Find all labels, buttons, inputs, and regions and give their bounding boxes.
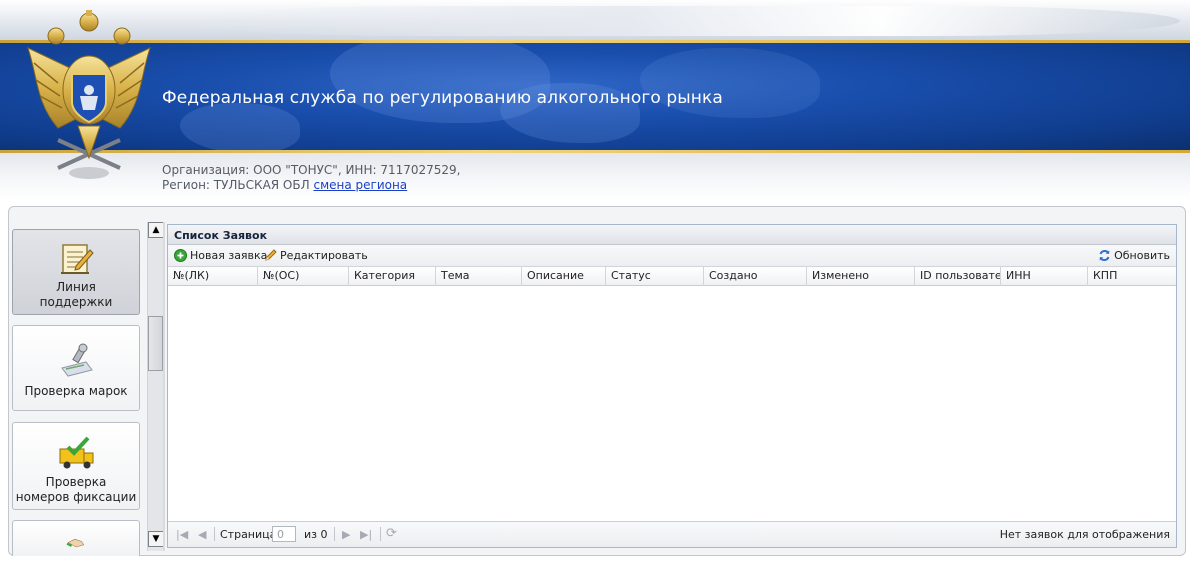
coat-of-arms-logo bbox=[27, 10, 151, 179]
pencil-icon bbox=[265, 249, 277, 261]
sidebar-item-label: Проверка марок bbox=[24, 384, 128, 398]
grid-body[interactable] bbox=[168, 286, 1176, 521]
sidebar-item-label: номеров фиксации bbox=[15, 490, 137, 504]
column-header[interactable]: Описание bbox=[522, 267, 606, 286]
column-header[interactable]: Создано bbox=[704, 267, 807, 286]
stamp-check-icon bbox=[61, 343, 93, 377]
column-header[interactable]: Категория bbox=[349, 267, 436, 286]
page-label: Страница bbox=[220, 528, 277, 541]
column-header[interactable]: №(ЛК) bbox=[168, 267, 258, 286]
page-count-label: из 0 bbox=[304, 528, 328, 541]
scroll-down-button[interactable]: ▼ bbox=[148, 531, 164, 547]
sidebar-item-support[interactable]: Линия поддержки bbox=[12, 229, 140, 315]
column-header[interactable]: Статус bbox=[606, 267, 704, 286]
grid-toolbar: Новая заявка Редактировать Обновить bbox=[168, 245, 1176, 267]
scroll-up-button[interactable]: ▲ bbox=[148, 222, 164, 238]
sidebar-item-check-fixation-numbers[interactable]: Проверка номеров фиксации bbox=[12, 422, 140, 510]
last-page-icon[interactable]: ▶| bbox=[360, 528, 372, 541]
first-page-icon[interactable]: |◀ bbox=[176, 528, 188, 541]
column-header[interactable]: Тема bbox=[436, 267, 522, 286]
reload-icon[interactable]: ⟳ bbox=[386, 526, 397, 541]
column-header[interactable]: ID пользователя bbox=[915, 267, 1001, 286]
new-request-button[interactable]: Новая заявка bbox=[174, 248, 267, 264]
refresh-button[interactable]: Обновить bbox=[1098, 248, 1170, 264]
column-header[interactable]: Изменено bbox=[807, 267, 915, 286]
sidebar-item-label: Линия bbox=[56, 280, 96, 294]
refresh-icon bbox=[1099, 250, 1110, 261]
new-request-label: Новая заявка bbox=[190, 249, 268, 262]
sidebar-item-partnership[interactable] bbox=[12, 520, 140, 556]
region-label: Регион: ТУЛЬСКАЯ ОБЛ bbox=[162, 178, 310, 192]
toolbar-separator bbox=[380, 527, 381, 541]
sidebar-item-label: поддержки bbox=[39, 295, 113, 309]
column-header[interactable]: КПП bbox=[1088, 267, 1176, 286]
organization-info: Организация: ООО "ТОНУС", ИНН: 711702752… bbox=[162, 163, 461, 193]
sidebar-scrollbar[interactable]: ▲ ▼ bbox=[147, 222, 164, 551]
add-icon bbox=[174, 249, 187, 262]
refresh-label: Обновить bbox=[1114, 249, 1170, 262]
requests-grid-panel: Список Заявок Новая заявка Редактировать… bbox=[167, 224, 1177, 548]
column-header[interactable]: ИНН bbox=[1001, 267, 1088, 286]
previous-page-icon[interactable]: ◀ bbox=[198, 528, 206, 541]
edit-label: Редактировать bbox=[280, 249, 368, 262]
page-number-input[interactable] bbox=[272, 526, 296, 542]
header-top-strip bbox=[0, 0, 1190, 40]
sidebar-item-check-stamps[interactable]: Проверка марок bbox=[12, 325, 140, 411]
toolbar-separator bbox=[334, 527, 335, 541]
empty-grid-message: Нет заявок для отображения bbox=[999, 528, 1170, 541]
grid-title: Список Заявок bbox=[168, 225, 1176, 245]
handshake-icon bbox=[66, 538, 85, 548]
column-header[interactable]: №(ОС) bbox=[258, 267, 349, 286]
next-page-icon[interactable]: ▶ bbox=[342, 528, 350, 541]
toolbar-separator bbox=[214, 527, 215, 541]
edit-button[interactable]: Редактировать bbox=[264, 248, 368, 264]
organization-line: Организация: ООО "ТОНУС", ИНН: 711702752… bbox=[162, 163, 461, 177]
notepad-icon bbox=[61, 244, 94, 274]
region-line: Регион: ТУЛЬСКАЯ ОБЛ смена региона bbox=[162, 178, 461, 193]
scrollbar-thumb[interactable] bbox=[148, 316, 163, 371]
change-region-link[interactable]: смена региона bbox=[313, 178, 407, 192]
panel-splitter[interactable] bbox=[163, 222, 165, 551]
sidebar-item-label: Проверка bbox=[45, 475, 107, 489]
grid-paging-toolbar: |◀ ◀ Страница из 0 ▶ ▶| ⟳ Нет заявок для… bbox=[168, 521, 1176, 547]
truck-check-icon bbox=[59, 436, 94, 469]
service-title: Федеральная служба по регулированию алко… bbox=[162, 88, 723, 108]
grid-column-header: №(ЛК) №(ОС) Категория Тема Описание Стат… bbox=[168, 267, 1176, 286]
